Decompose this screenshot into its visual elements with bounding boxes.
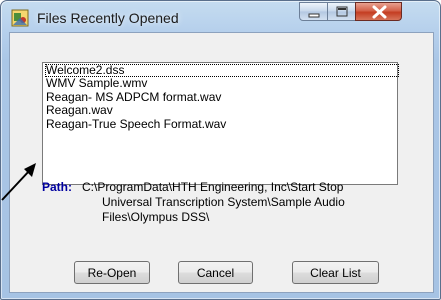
maximize-icon bbox=[336, 6, 348, 17]
window-title: Files Recently Opened bbox=[37, 10, 179, 26]
dialog-body: Welcome2.dss WMV Sample.wmv Reagan- MS A… bbox=[9, 32, 434, 293]
path-label: Path: bbox=[42, 180, 72, 194]
arrow-icon bbox=[1, 163, 36, 201]
list-item[interactable]: WMV Sample.wmv bbox=[45, 76, 397, 90]
list-item[interactable]: Reagan- MS ADPCM format.wav bbox=[45, 90, 397, 104]
minimize-icon bbox=[308, 13, 320, 18]
dialog-window: Files Recently Opened Welcome2.dss WMV S… bbox=[0, 0, 441, 300]
path-line-1: C:\ProgramData\HTH Engineering, Inc\Star… bbox=[82, 180, 344, 194]
recent-files-list[interactable]: Welcome2.dss WMV Sample.wmv Reagan- MS A… bbox=[42, 62, 399, 185]
app-icon bbox=[11, 9, 29, 27]
list-item[interactable]: Welcome2.dss bbox=[45, 63, 399, 78]
reopen-button[interactable]: Re-Open bbox=[74, 261, 150, 284]
path-value: C:\ProgramData\HTH Engineering, Inc\Star… bbox=[82, 180, 422, 225]
close-icon bbox=[372, 5, 387, 19]
list-item[interactable]: Reagan.wav bbox=[45, 103, 397, 117]
clear-list-button[interactable]: Clear List bbox=[292, 261, 379, 284]
minimize-button[interactable] bbox=[299, 2, 328, 21]
path-line-2: Universal Transcription System\Sample Au… bbox=[102, 195, 345, 209]
title-bar[interactable]: Files Recently Opened bbox=[1, 1, 440, 33]
path-line-3: Files\Olympus DSS\ bbox=[102, 210, 210, 224]
maximize-button[interactable] bbox=[327, 2, 356, 21]
close-button[interactable] bbox=[355, 2, 402, 21]
list-item[interactable]: Reagan-True Speech Format.wav bbox=[45, 117, 397, 131]
cancel-button[interactable]: Cancel bbox=[178, 261, 253, 284]
